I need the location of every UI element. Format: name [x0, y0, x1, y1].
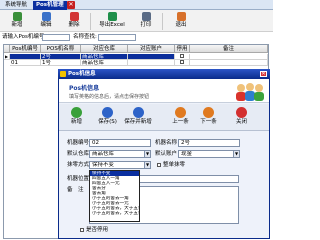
toolbar-separator: [162, 13, 163, 30]
grid-header-note[interactable]: 备注: [190, 45, 268, 53]
grid-header-name[interactable]: POS机名称: [41, 45, 81, 53]
account-select[interactable]: 现金 ▼: [178, 150, 240, 158]
location-label: 机器位置: [67, 176, 90, 182]
add-icon: [12, 12, 22, 21]
table-row[interactable]: 01: [10, 60, 41, 66]
disabled-checkbox[interactable]: [180, 60, 184, 64]
grid-header-account[interactable]: 对应账户: [128, 45, 175, 53]
rounding-select[interactable]: 保持不变 ▼: [89, 161, 151, 169]
toolbar-separator: [90, 13, 91, 30]
edit-button[interactable]: 编辑: [31, 12, 61, 31]
users-illustration-icon: [232, 81, 266, 103]
add-icon: [71, 107, 82, 118]
dialog-next-button[interactable]: 下一条: [196, 107, 221, 129]
disable-pos-checkbox[interactable]: [80, 228, 84, 232]
dialog-save-button[interactable]: 保存(S): [95, 107, 120, 129]
dialog-close-button[interactable]: 关闭: [229, 107, 254, 129]
new-button[interactable]: 新增: [2, 12, 32, 31]
account-label: 默认账户: [155, 151, 178, 157]
tab-system-nav[interactable]: 系统导航: [2, 1, 30, 10]
grid-header-warehouse[interactable]: 对应仓库: [81, 45, 128, 53]
round-change-checkbox[interactable]: [157, 163, 161, 167]
tab-close-icon[interactable]: ✕: [67, 1, 75, 9]
exit-button[interactable]: 退出: [166, 12, 196, 31]
warehouse-label: 默认仓库: [67, 151, 90, 157]
code-filter-label: 请输入Pos机编号: [2, 34, 45, 40]
name-label: 机器名称: [155, 140, 178, 146]
name-filter-input[interactable]: [98, 34, 136, 41]
code-label: 机器编号: [67, 140, 90, 146]
rounding-label: 抹零方式: [67, 162, 90, 168]
table-cell-note[interactable]: [190, 60, 268, 66]
dialog-prev-button[interactable]: 上一条: [168, 107, 193, 129]
chevron-down-icon[interactable]: ▼: [144, 162, 150, 168]
table-cell-warehouse[interactable]: 商品仓库: [81, 60, 128, 66]
code-field[interactable]: 02: [89, 139, 151, 147]
arrow-right-icon: [203, 107, 214, 118]
table-cell-name[interactable]: 1号: [41, 60, 81, 66]
list-item[interactable]: 小于五的舍去，大于五舍去一元: [90, 211, 139, 216]
code-filter-input[interactable]: [42, 34, 70, 41]
dialog-header-title: Pos机信息: [69, 85, 100, 92]
export-excel-button[interactable]: 导出Excel: [94, 12, 130, 31]
dialog-save-new-button[interactable]: 保存并新增: [123, 107, 153, 129]
tab-pos-management[interactable]: Pos机管理: [33, 1, 67, 10]
arrow-left-icon: [175, 107, 186, 118]
chevron-down-icon[interactable]: ▼: [144, 151, 150, 157]
save-new-icon: [132, 107, 144, 118]
dialog-title: Pos机信息: [58, 69, 270, 79]
dialog-header-hint: 填写英格的信息后，请点击保存按钮: [69, 94, 150, 100]
name-filter-label: 名称查找:: [73, 34, 97, 40]
excel-icon: [107, 12, 117, 21]
table-cell-disabled[interactable]: [175, 60, 190, 66]
disabled-checkbox[interactable]: [180, 54, 184, 58]
round-change-label: 整单抹零: [163, 162, 186, 168]
save-icon: [102, 107, 113, 118]
delete-icon: [69, 12, 79, 21]
rounding-dropdown-list[interactable]: 保持不变 四舍五入一角 四舍五入一元 舍去分 舍去角 小于五的舍去一角 小于五的…: [89, 170, 140, 222]
grid-header-pos-no[interactable]: Pos机编号: [10, 45, 41, 53]
print-button[interactable]: 打印: [131, 12, 161, 31]
warehouse-select[interactable]: 商品仓库 ▼: [89, 150, 151, 158]
close-icon: [236, 107, 247, 118]
table-cell-account[interactable]: [128, 60, 175, 66]
chevron-down-icon[interactable]: ▼: [233, 151, 239, 157]
name-field[interactable]: 2号: [178, 139, 240, 147]
dialog-new-button[interactable]: 新增: [64, 107, 89, 129]
disable-pos-label: 是否停用: [86, 227, 109, 233]
edit-icon: [41, 12, 51, 21]
printer-icon: [141, 12, 151, 21]
grid-header-disabled[interactable]: 停用: [175, 45, 190, 53]
note-label: 备 注: [67, 187, 84, 193]
exit-icon: [176, 12, 186, 21]
delete-button[interactable]: 删除: [59, 12, 89, 31]
dialog-close-icon[interactable]: ✕: [260, 71, 267, 77]
window-icon: [60, 71, 66, 77]
